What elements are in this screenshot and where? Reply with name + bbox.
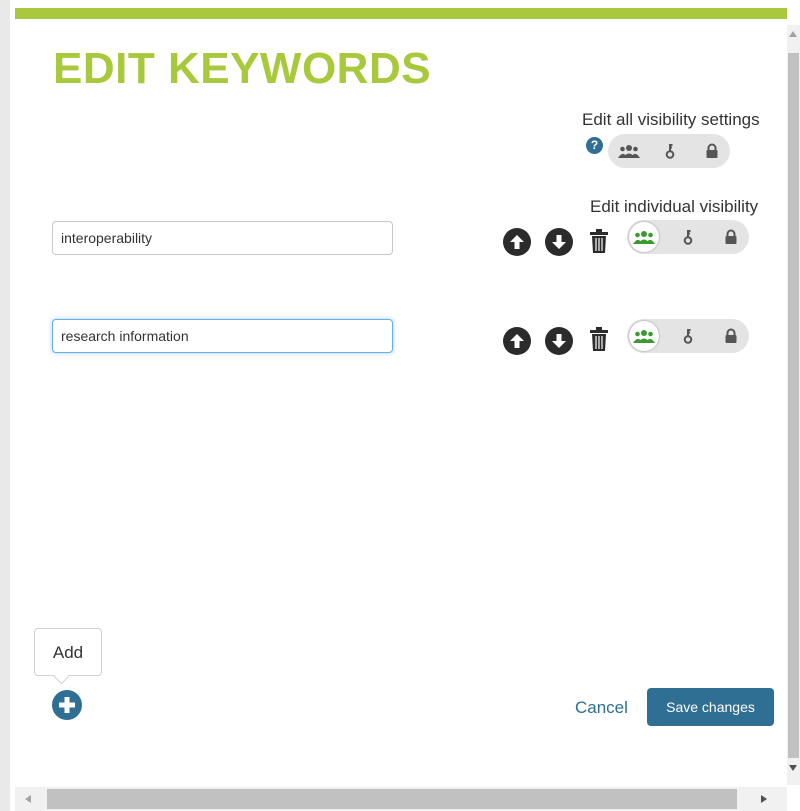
dialog-title: EDIT KEYWORDS [53, 44, 432, 93]
key-icon[interactable] [680, 229, 696, 245]
edit-all-visibility-label: Edit all visibility settings [582, 110, 760, 129]
keyword-input[interactable] [52, 319, 393, 353]
key-icon[interactable] [680, 328, 696, 344]
header-accent-bar [15, 8, 787, 19]
move-up-button[interactable] [503, 228, 531, 256]
keyword-visibility-toggle[interactable] [627, 319, 749, 353]
scroll-down-arrow-icon[interactable] [789, 765, 797, 771]
delete-keyword-button[interactable] [588, 228, 610, 254]
horizontal-scroll-thumb[interactable] [47, 789, 737, 809]
lock-icon[interactable] [723, 229, 739, 245]
vertical-scroll-thumb[interactable] [788, 53, 799, 758]
group-icon[interactable] [618, 143, 640, 159]
move-down-button[interactable] [545, 228, 573, 256]
scroll-right-arrow-icon[interactable] [761, 795, 767, 803]
add-keyword-button[interactable] [52, 690, 82, 720]
plus-icon [59, 697, 75, 713]
move-up-button[interactable] [503, 327, 531, 355]
cancel-button[interactable]: Cancel [575, 698, 628, 718]
key-icon[interactable] [662, 143, 678, 159]
scroll-up-arrow-icon[interactable] [789, 31, 797, 37]
lock-icon[interactable] [723, 328, 739, 344]
all-visibility-toggle[interactable] [608, 134, 730, 168]
keyword-input[interactable] [52, 221, 393, 255]
help-icon[interactable]: ? [586, 137, 603, 154]
delete-keyword-button[interactable] [588, 326, 610, 352]
keyword-visibility-toggle[interactable] [627, 220, 749, 254]
move-down-button[interactable] [545, 327, 573, 355]
scroll-left-arrow-icon[interactable] [25, 795, 31, 803]
save-changes-button[interactable]: Save changes [647, 688, 774, 726]
group-icon[interactable] [633, 229, 655, 245]
window-frame [0, 0, 10, 811]
add-tooltip: Add [34, 628, 102, 676]
lock-icon[interactable] [704, 143, 720, 159]
group-icon[interactable] [633, 328, 655, 344]
horizontal-scrollbar[interactable] [15, 787, 787, 811]
vertical-scrollbar[interactable] [787, 25, 800, 785]
edit-individual-visibility-label: Edit individual visibility [590, 197, 759, 216]
